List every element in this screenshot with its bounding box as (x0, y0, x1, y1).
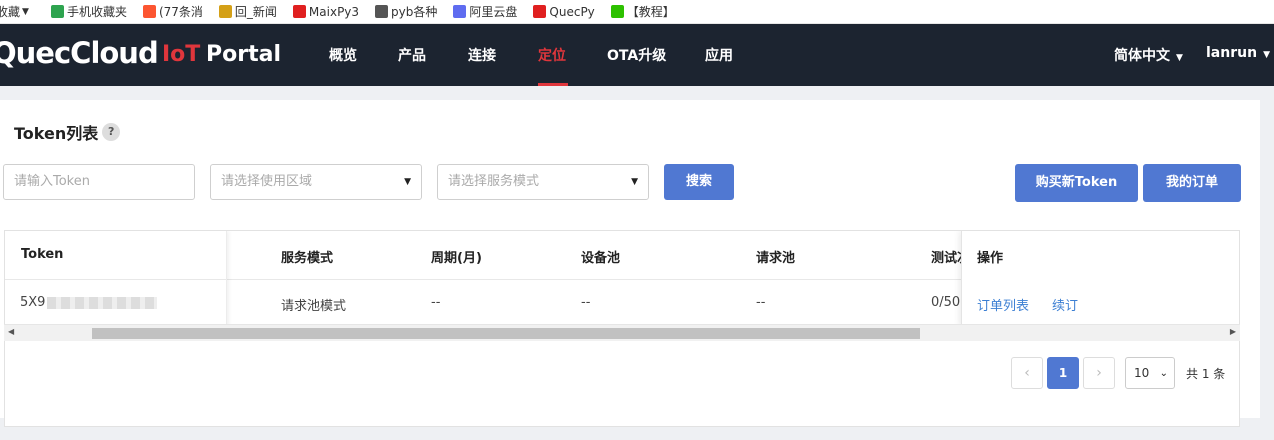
table-region: 服务模式 周期(月) 设备池 请求池 测试次 请求池模式 -- -- -- 0/… (0, 100, 1260, 427)
column-header-request-pool: 请求池 (756, 251, 796, 266)
token-table: 服务模式 周期(月) 设备池 请求池 测试次 请求池模式 -- -- -- 0/… (4, 230, 1240, 326)
table-horizontal-scrollbar[interactable]: ◀ ▶ (4, 324, 1240, 341)
bookmark-item[interactable]: 阿里云盘 (453, 0, 523, 23)
bookmark-label: (77条消 (158, 5, 203, 19)
cell-period: -- (431, 295, 441, 310)
username-label: lanrun (1206, 45, 1258, 61)
logo-portal: Portal (206, 42, 281, 67)
bookmark-folder-arrow-icon: ▼ (22, 6, 29, 17)
total-count: 共 1 条 (1186, 367, 1226, 381)
bookmark-item[interactable]: 回_新闻 (218, 0, 283, 23)
nav-overview[interactable]: 概览 (329, 45, 357, 65)
column-header-service-mode: 服务模式 (281, 251, 334, 266)
cell-service-mode: 请求池模式 (281, 299, 347, 314)
bookmark-item[interactable]: (77条消 (142, 0, 209, 23)
fixed-actions-column: 操作 订单列表 续订 (961, 231, 1239, 325)
column-header-period: 周期(月) (431, 251, 482, 266)
cell-token: 5X9 (20, 295, 158, 310)
token-mask (47, 296, 158, 309)
bookmark-item[interactable]: 收藏▼ (0, 0, 41, 23)
bookmark-label: QuecPy (549, 4, 595, 19)
bookmark-label: 回_新闻 (234, 5, 277, 19)
nav-location[interactable]: 定位 (538, 45, 566, 65)
column-header-actions: 操作 (977, 251, 1004, 266)
nav-ota[interactable]: OTA升级 (607, 45, 666, 65)
bird-icon (218, 5, 232, 18)
bookmark-item[interactable]: 【教程】 (610, 0, 681, 23)
csdn-icon (142, 5, 156, 18)
wechat-icon (610, 5, 624, 18)
scrollbar-thumb[interactable] (92, 328, 920, 339)
chevron-down-icon: ⌄ (1159, 368, 1168, 379)
page-size-value: 10 (1134, 366, 1150, 380)
scroll-left-arrow-icon[interactable]: ◀ (8, 327, 14, 336)
bookmark-label: 收藏 (0, 5, 21, 19)
logo-queccloud[interactable]: QuecCloud (0, 36, 159, 70)
scroll-right-arrow-icon[interactable]: ▶ (1230, 327, 1236, 336)
top-navigation: QuecCloud IoT Portal 概览 产品 连接 定位 OTA升级 应… (0, 24, 1274, 86)
prev-page-button[interactable]: ‹ (1011, 357, 1043, 389)
nav-active-indicator (538, 83, 568, 86)
nav-products[interactable]: 产品 (398, 45, 426, 65)
language-dropdown[interactable]: 简体中文 ▼ (1114, 45, 1183, 65)
aliyun-drive-icon (453, 5, 467, 18)
language-label: 简体中文 (1114, 48, 1170, 64)
chevron-down-icon: ▼ (1263, 50, 1270, 60)
maixpy-icon (292, 5, 306, 18)
cell-token-text: 5X9 (20, 295, 46, 310)
renew-link[interactable]: 续订 (1052, 295, 1078, 314)
chevron-down-icon: ▼ (1176, 53, 1183, 63)
bookmark-label: 阿里云盘 (469, 5, 518, 19)
logo-iot: IoT (162, 42, 201, 67)
page-size-select[interactable]: 10 ⌄ (1125, 357, 1175, 389)
user-dropdown[interactable]: lanrun ▼ (1206, 45, 1270, 61)
bookmark-label: 手机收藏夹 (66, 5, 127, 19)
bookmark-item[interactable]: QuecPy (533, 0, 600, 23)
book-icon (375, 5, 389, 18)
column-header-token: Token (21, 247, 64, 262)
bookmark-item[interactable]: 手机收藏夹 (50, 0, 133, 23)
fixed-token-column: Token 5X9 (5, 231, 227, 325)
nav-connect[interactable]: 连接 (468, 45, 496, 65)
column-header-device-pool: 设备池 (581, 251, 621, 266)
phone-icon (50, 5, 64, 18)
quectel-icon (533, 5, 547, 18)
bookmarks-bar: 收藏▼ 手机收藏夹 (77条消 回_新闻 MaixPy3 pyb各种 阿里云盘 QuecPy 【… (0, 0, 1274, 24)
bookmark-label: 【教程】 (626, 5, 675, 19)
nav-apps[interactable]: 应用 (705, 45, 733, 65)
bookmark-item[interactable]: MaixPy3 (292, 0, 365, 23)
bookmark-label: pyb各种 (391, 5, 438, 19)
bookmark-label: MaixPy3 (308, 4, 360, 19)
next-page-button[interactable]: › (1083, 357, 1115, 389)
cell-device-pool: -- (581, 295, 591, 310)
bookmark-item[interactable]: pyb各种 (375, 0, 443, 23)
order-list-link[interactable]: 订单列表 (977, 295, 1029, 314)
page-1-button[interactable]: 1 (1047, 357, 1079, 389)
cell-request-pool: -- (756, 295, 766, 310)
